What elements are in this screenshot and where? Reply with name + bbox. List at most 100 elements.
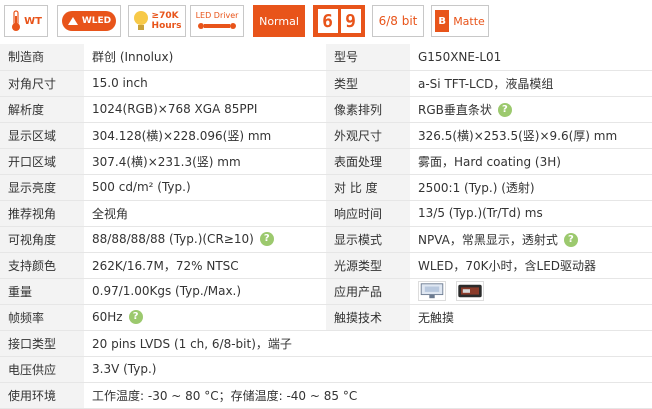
wled-label: WLED — [81, 16, 112, 26]
spec-value: 2500:1 (Typ.) (透射) — [410, 174, 652, 201]
color-depth-badge: 6/8 bit — [372, 5, 424, 37]
table-row: 重量 0.97/1.00Kgs (Typ./Max.) 应用产品 — [0, 278, 652, 305]
spec-value: 3.3V (Typ.) — [84, 356, 652, 383]
spec-label: 支持颜色 — [0, 252, 84, 279]
table-row: 帧频率 60Hz? 触摸技术 无触摸 — [0, 304, 652, 331]
table-row: 开口区域 307.4(横)×231.3(竖) mm 表面处理 雾面，Hard c… — [0, 148, 652, 175]
spec-value: 15.0 inch — [84, 70, 326, 97]
spec-value: 326.5(横)×253.5(竖)×9.6(厚) mm — [410, 122, 652, 149]
spec-value: NPVA，常黑显示，透射式 — [418, 232, 558, 247]
spec-label: 触摸技术 — [326, 304, 410, 331]
spec-label: 对角尺寸 — [0, 70, 84, 97]
table-row: 显示区域 304.128(横)×228.096(竖) mm 外观尺寸 326.5… — [0, 122, 652, 149]
spec-value: 262K/16.7M，72% NTSC — [84, 252, 326, 279]
spec-value: 群创 (Innolux) — [84, 44, 326, 71]
spec-label: 表面处理 — [326, 148, 410, 175]
table-row: 制造商 群创 (Innolux) 型号 G150XNE-L01 — [0, 44, 652, 71]
spec-label: 显示模式 — [326, 226, 410, 253]
spec-label: 外观尺寸 — [326, 122, 410, 149]
pin-count-badge: 6 9 — [313, 5, 365, 37]
spec-value: 20 pins LVDS (1 ch, 6/8-bit)，端子 — [84, 330, 652, 357]
spec-value: 500 cd/m² (Typ.) — [84, 174, 326, 201]
spec-label: 型号 — [326, 44, 410, 71]
lifetime-badge: ≥70K Hours — [128, 5, 186, 37]
lamp-icon — [67, 17, 78, 25]
table-row: 可视角度 88/88/88/88 (Typ.)(CR≥10)? 显示模式 NPV… — [0, 226, 652, 253]
spec-value-cell: 88/88/88/88 (Typ.)(CR≥10)? — [84, 226, 326, 253]
feature-badges: WT WLED ≥70K Hours LED Driver Normal 6 9… — [0, 0, 652, 44]
table-row: 显示亮度 500 cd/m² (Typ.) 对 比 度 2500:1 (Typ.… — [0, 174, 652, 201]
lifetime-value: ≥70K — [151, 11, 179, 21]
wt-label: WT — [24, 15, 42, 27]
help-icon[interactable]: ? — [128, 310, 143, 325]
connector-icon — [198, 23, 236, 29]
spec-value: 工作温度: -30 ~ 80 °C；存储温度: -40 ~ 85 °C — [84, 382, 652, 409]
table-row: 支持颜色 262K/16.7M，72% NTSC 光源类型 WLED，70K小时… — [0, 252, 652, 279]
spec-value: 88/88/88/88 (Typ.)(CR≥10) — [92, 231, 254, 246]
spec-value: 1024(RGB)×768 XGA 85PPI — [84, 96, 326, 123]
spec-value-cell: NPVA，常黑显示，透射式? — [410, 226, 652, 253]
spec-label: 像素排列 — [326, 96, 410, 123]
table-row: 对角尺寸 15.0 inch 类型 a-Si TFT-LCD，液晶模组 — [0, 70, 652, 97]
spec-label: 制造商 — [0, 44, 84, 71]
led-driver-badge: LED Driver — [190, 5, 244, 37]
spec-label: 应用产品 — [326, 278, 410, 305]
spec-label: 光源类型 — [326, 252, 410, 279]
spec-label: 接口类型 — [0, 330, 84, 357]
wled-pill: WLED — [61, 11, 117, 31]
spec-value: 全视角 — [84, 200, 326, 227]
spec-label: 使用环境 — [0, 382, 84, 409]
spec-label: 响应时间 — [326, 200, 410, 227]
spec-label: 显示亮度 — [0, 174, 84, 201]
spec-label: 开口区域 — [0, 148, 84, 175]
monitor-thumbnail-icon[interactable] — [418, 281, 446, 301]
spec-value: 雾面，Hard coating (3H) — [410, 148, 652, 175]
spec-table: 制造商 群创 (Innolux) 型号 G150XNE-L01 对角尺寸 15.… — [0, 44, 652, 409]
spec-label: 可视角度 — [0, 226, 84, 253]
spec-value: a-Si TFT-LCD，液晶模组 — [410, 70, 652, 97]
spec-label: 电压供应 — [0, 356, 84, 383]
application-thumbnails — [410, 278, 652, 305]
device-thumbnail-icon[interactable] — [455, 281, 484, 301]
matte-letter: B — [435, 10, 450, 32]
spec-label: 帧频率 — [0, 304, 84, 331]
lifetime-text: ≥70K Hours — [152, 11, 182, 31]
spec-value: WLED，70K小时，含LED驱动器 — [410, 252, 652, 279]
normal-label: Normal — [259, 14, 299, 28]
spec-label: 类型 — [326, 70, 410, 97]
table-row: 电压供应 3.3V (Typ.) — [0, 356, 652, 383]
help-icon[interactable]: ? — [497, 103, 512, 117]
matte-label: Matte — [453, 14, 485, 28]
spec-value-cell: RGB垂直条状? — [410, 96, 652, 123]
spec-value: 13/5 (Typ.)(Tr/Td) ms — [410, 200, 652, 227]
help-icon[interactable]: ? — [259, 232, 274, 247]
lightbulb-icon — [133, 11, 148, 30]
table-row: 解析度 1024(RGB)×768 XGA 85PPI 像素排列 RGB垂直条状… — [0, 96, 652, 123]
table-row: 使用环境 工作温度: -30 ~ 80 °C；存储温度: -40 ~ 85 °C — [0, 382, 652, 409]
spec-value: RGB垂直条状 — [418, 102, 492, 117]
digit-nine: 9 — [340, 9, 361, 33]
spec-value: 304.128(横)×228.096(竖) mm — [84, 122, 326, 149]
thermometer-icon — [12, 10, 21, 31]
spec-value: G150XNE-L01 — [410, 44, 652, 71]
led-driver-label: LED Driver — [195, 11, 239, 20]
wled-badge: WLED — [57, 5, 121, 37]
spec-label: 对 比 度 — [326, 174, 410, 201]
wide-temperature-badge: WT — [4, 5, 48, 37]
spec-value: 无触摸 — [410, 304, 652, 331]
spec-value: 60Hz — [92, 309, 123, 324]
spec-label: 推荐视角 — [0, 200, 84, 227]
spec-value: 0.97/1.00Kgs (Typ./Max.) — [84, 278, 326, 305]
normal-mode-badge: Normal — [253, 5, 305, 37]
table-row: 推荐视角 全视角 响应时间 13/5 (Typ.)(Tr/Td) ms — [0, 200, 652, 227]
digit-six: 6 — [317, 9, 338, 33]
spec-label: 重量 — [0, 278, 84, 305]
spec-value-cell: 60Hz? — [84, 304, 326, 331]
color-depth-label: 6/8 bit — [378, 14, 418, 28]
spec-label: 显示区域 — [0, 122, 84, 149]
table-row: 接口类型 20 pins LVDS (1 ch, 6/8-bit)，端子 — [0, 330, 652, 357]
spec-label: 解析度 — [0, 96, 84, 123]
matte-surface-badge: B Matte — [431, 5, 489, 37]
lifetime-unit: Hours — [151, 21, 182, 31]
help-icon[interactable]: ? — [563, 233, 578, 247]
